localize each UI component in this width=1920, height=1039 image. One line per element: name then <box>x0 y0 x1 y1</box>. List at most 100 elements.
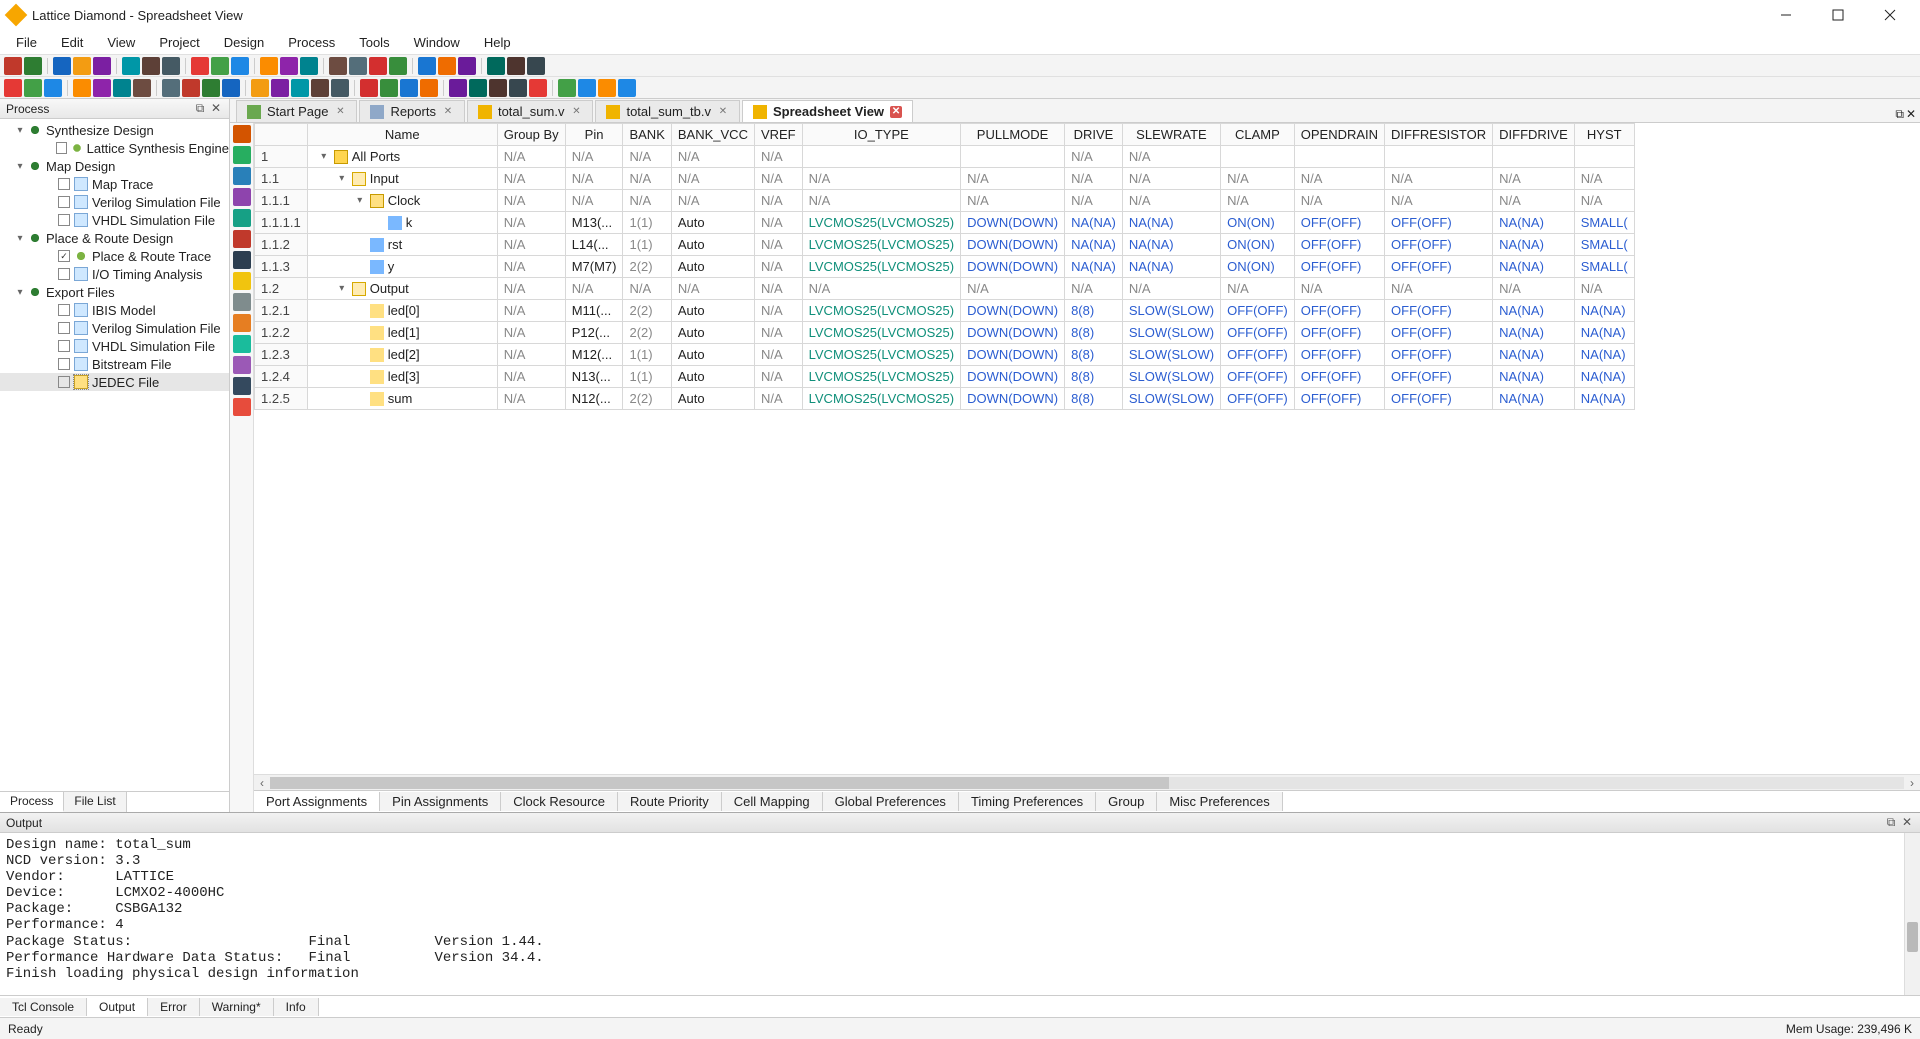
checkbox[interactable] <box>56 142 67 154</box>
tree-item[interactable]: Map Trace <box>0 175 229 193</box>
column-header[interactable]: DIFFDRIVE <box>1493 124 1575 146</box>
cell[interactable]: 8(8) <box>1065 366 1123 388</box>
cell[interactable]: 1(1) <box>623 234 671 256</box>
chevron-down-icon[interactable]: ▾ <box>336 283 348 294</box>
tree-item[interactable]: Verilog Simulation File <box>0 193 229 211</box>
cell[interactable]: N/A <box>671 168 754 190</box>
toolbar-icon[interactable] <box>122 57 140 75</box>
column-header[interactable]: BANK_VCC <box>671 124 754 146</box>
sheet-tab[interactable]: Group <box>1096 792 1157 811</box>
cell[interactable]: NA(NA) <box>1493 344 1575 366</box>
cell[interactable]: N/A <box>497 234 565 256</box>
cell[interactable]: N/A <box>802 278 960 300</box>
cell[interactable]: Auto <box>671 234 754 256</box>
close-icon[interactable]: ✕ <box>570 106 582 118</box>
toolbar-icon[interactable] <box>142 57 160 75</box>
cell[interactable]: SMALL( <box>1574 256 1634 278</box>
output-tab[interactable]: Warning* <box>200 998 274 1016</box>
cell[interactable]: SLOW(SLOW) <box>1122 300 1220 322</box>
cell[interactable]: N/A <box>497 168 565 190</box>
tree-item[interactable]: ✓Place & Route Trace <box>0 247 229 265</box>
cell[interactable]: OFF(OFF) <box>1294 344 1384 366</box>
cell[interactable]: Auto <box>671 366 754 388</box>
toolbar-icon[interactable] <box>231 57 249 75</box>
name-cell[interactable]: led[0] <box>307 300 497 322</box>
spreadsheet-view[interactable]: NameGroup ByPinBANKBANK_VCCVREFIO_TYPEPU… <box>254 123 1920 774</box>
toolbar-icon[interactable] <box>162 57 180 75</box>
maximize-button[interactable] <box>1816 1 1860 29</box>
table-row[interactable]: 1.1.2rstN/AL14(...1(1)AutoN/ALVCMOS25(LV… <box>255 234 1635 256</box>
cell[interactable]: N/A <box>1221 190 1295 212</box>
cell[interactable]: L14(... <box>565 234 623 256</box>
toolbar-icon[interactable] <box>509 79 527 97</box>
toolbar-icon[interactable] <box>4 57 22 75</box>
toolbar-icon[interactable] <box>469 79 487 97</box>
tree-item[interactable]: ▾Synthesize Design <box>0 121 229 139</box>
side-tool-icon[interactable] <box>233 209 251 227</box>
name-cell[interactable]: led[1] <box>307 322 497 344</box>
close-icon[interactable]: ✕ <box>890 106 902 118</box>
cell[interactable]: N/A <box>1294 168 1384 190</box>
name-cell[interactable]: sum <box>307 388 497 410</box>
toolbar-icon[interactable] <box>162 79 180 97</box>
toolbar-icon[interactable] <box>329 57 347 75</box>
cell[interactable]: N/A <box>754 168 802 190</box>
cell[interactable]: N/A <box>802 168 960 190</box>
cell[interactable]: N/A <box>497 278 565 300</box>
tree-item[interactable]: VHDL Simulation File <box>0 211 229 229</box>
cell[interactable]: LVCMOS25(LVCMOS25) <box>802 212 960 234</box>
cell[interactable]: N/A <box>497 190 565 212</box>
output-tab[interactable]: Output <box>87 998 148 1016</box>
cell[interactable]: 8(8) <box>1065 344 1123 366</box>
cell[interactable]: M13(... <box>565 212 623 234</box>
editor-tab[interactable]: total_sum.v✕ <box>467 100 593 122</box>
cell[interactable]: NA(NA) <box>1493 212 1575 234</box>
side-tool-icon[interactable] <box>233 230 251 248</box>
sheet-tab[interactable]: Global Preferences <box>823 792 959 811</box>
table-row[interactable]: 1.2.2led[1]N/AP12(...2(2)AutoN/ALVCMOS25… <box>255 322 1635 344</box>
toolbar-icon[interactable] <box>311 79 329 97</box>
panel-tab[interactable]: Process <box>0 792 64 812</box>
column-header[interactable]: VREF <box>754 124 802 146</box>
tree-item[interactable]: I/O Timing Analysis <box>0 265 229 283</box>
cell[interactable]: NA(NA) <box>1122 256 1220 278</box>
toolbar-icon[interactable] <box>598 79 616 97</box>
cell[interactable] <box>1385 146 1493 168</box>
sheet-tab[interactable]: Port Assignments <box>254 792 380 811</box>
editor-tab[interactable]: Spreadsheet View✕ <box>742 100 913 122</box>
editor-tab[interactable]: Reports✕ <box>359 100 465 122</box>
checkbox[interactable] <box>58 340 70 352</box>
cell[interactable] <box>1294 146 1384 168</box>
table-row[interactable]: 1.2.3led[2]N/AM12(...1(1)AutoN/ALVCMOS25… <box>255 344 1635 366</box>
close-icon[interactable]: ✕ <box>1900 816 1914 830</box>
cell[interactable]: Auto <box>671 322 754 344</box>
cell[interactable]: LVCMOS25(LVCMOS25) <box>802 388 960 410</box>
toolbar-icon[interactable] <box>449 79 467 97</box>
sheet-tab[interactable]: Clock Resource <box>501 792 618 811</box>
side-tool-icon[interactable] <box>233 314 251 332</box>
cell[interactable]: SLOW(SLOW) <box>1122 388 1220 410</box>
cell[interactable]: N/A <box>1385 190 1493 212</box>
table-row[interactable]: 1.2.1led[0]N/AM11(...2(2)AutoN/ALVCMOS25… <box>255 300 1635 322</box>
cell[interactable]: DOWN(DOWN) <box>961 388 1065 410</box>
cell[interactable]: NA(NA) <box>1493 256 1575 278</box>
toolbar-icon[interactable] <box>73 57 91 75</box>
cell[interactable]: N/A <box>1574 278 1634 300</box>
toolbar-icon[interactable] <box>53 57 71 75</box>
cell[interactable]: SLOW(SLOW) <box>1122 322 1220 344</box>
panel-tab[interactable]: File List <box>64 792 126 812</box>
cell[interactable]: 1(1) <box>623 344 671 366</box>
cell[interactable]: 2(2) <box>623 256 671 278</box>
column-header[interactable]: DIFFRESISTOR <box>1385 124 1493 146</box>
toolbar-icon[interactable] <box>113 79 131 97</box>
cell[interactable]: 2(2) <box>623 322 671 344</box>
cell[interactable]: LVCMOS25(LVCMOS25) <box>802 322 960 344</box>
cell[interactable]: NA(NA) <box>1574 366 1634 388</box>
cell[interactable]: N/A <box>754 278 802 300</box>
sheet-tab[interactable]: Cell Mapping <box>722 792 823 811</box>
cell[interactable]: Auto <box>671 212 754 234</box>
cell[interactable] <box>1221 146 1295 168</box>
sheet-tab[interactable]: Pin Assignments <box>380 792 501 811</box>
cell[interactable]: OFF(OFF) <box>1221 388 1295 410</box>
undock-icon[interactable]: ⧉ <box>193 102 207 116</box>
